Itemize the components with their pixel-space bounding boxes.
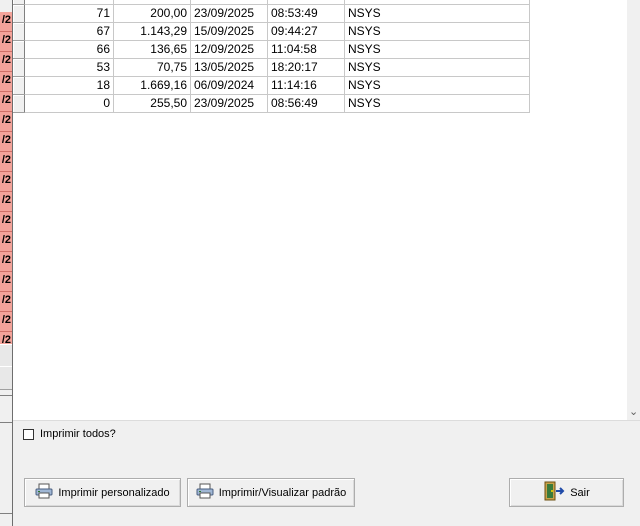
background-cell: /2 bbox=[0, 32, 12, 52]
printer-icon bbox=[196, 483, 214, 502]
cell-id: 0 bbox=[24, 94, 114, 113]
exit-label: Sair bbox=[570, 486, 590, 499]
background-cell: /2 bbox=[0, 52, 12, 72]
records-table: 71 200,00 23/09/2025 08:53:49 NSYS 67 1.143,29… bbox=[13, 0, 530, 113]
print-all-label: Imprimir todos? bbox=[40, 428, 116, 440]
exit-button[interactable]: Sair bbox=[509, 478, 624, 507]
background-cell-text: /2 bbox=[1, 74, 11, 86]
background-cell: /2 bbox=[0, 292, 12, 312]
background-cell: /2 bbox=[0, 232, 12, 252]
row-indicator[interactable] bbox=[13, 40, 25, 59]
background-cell: /2 bbox=[0, 252, 12, 272]
print-all-checkbox[interactable] bbox=[23, 428, 34, 440]
chevron-down-icon[interactable]: ⌄ bbox=[629, 406, 638, 418]
table-row[interactable]: 18 1.669,16 06/09/2024 11:14:16 NSYS bbox=[13, 76, 530, 95]
cell-id: 71 bbox=[24, 4, 114, 23]
table-row[interactable]: 53 70,75 13/05/2025 18:20:17 NSYS bbox=[13, 58, 530, 77]
cell-time: 18:20:17 bbox=[267, 58, 345, 77]
vertical-scrollbar[interactable]: ⌄ bbox=[627, 0, 640, 420]
background-control bbox=[0, 344, 12, 368]
cell-value: 1.669,16 bbox=[113, 76, 191, 95]
cell-user: NSYS bbox=[344, 94, 530, 113]
background-cell-text: /2 bbox=[1, 314, 11, 326]
background-window-edge: /2/2/2/2/2/2/2/2/2/2/2/2/2/2/2/2/2 bbox=[0, 0, 12, 526]
background-cell: /2 bbox=[0, 112, 12, 132]
cell-value: 1.143,29 bbox=[113, 22, 191, 41]
row-indicator[interactable] bbox=[13, 94, 25, 113]
cell-date: 06/09/2024 bbox=[190, 76, 268, 95]
cell-date: 12/09/2025 bbox=[190, 40, 268, 59]
background-cell-text: /2 bbox=[1, 34, 11, 46]
cell-date: 13/05/2025 bbox=[190, 58, 268, 77]
cell-id: 66 bbox=[24, 40, 114, 59]
background-cell-text: /2 bbox=[1, 14, 11, 26]
records-grid[interactable]: 71 200,00 23/09/2025 08:53:49 NSYS 67 1.143,29… bbox=[13, 0, 627, 420]
background-cell-text: /2 bbox=[1, 234, 11, 246]
print-custom-button[interactable]: Imprimir personalizado bbox=[24, 478, 181, 507]
background-divider bbox=[0, 513, 12, 514]
background-cell-text: /2 bbox=[1, 154, 11, 166]
divider bbox=[13, 420, 640, 421]
background-cell: /2 bbox=[0, 272, 12, 292]
print-custom-label: Imprimir personalizado bbox=[58, 486, 170, 499]
cell-value: 136,65 bbox=[113, 40, 191, 59]
background-cell: /2 bbox=[0, 172, 12, 192]
background-cell: /2 bbox=[0, 192, 12, 212]
print-dialog: 71 200,00 23/09/2025 08:53:49 NSYS 67 1.143,29… bbox=[12, 0, 640, 526]
cell-id: 18 bbox=[24, 76, 114, 95]
background-cell: /2 bbox=[0, 212, 12, 232]
row-indicator[interactable] bbox=[13, 58, 25, 77]
cell-value: 70,75 bbox=[113, 58, 191, 77]
print-all-option[interactable]: Imprimir todos? bbox=[23, 428, 116, 440]
cell-value: 200,00 bbox=[113, 4, 191, 23]
background-cell: /2 bbox=[0, 312, 12, 332]
cell-date: 23/09/2025 bbox=[190, 94, 268, 113]
cell-user: NSYS bbox=[344, 22, 530, 41]
row-indicator[interactable] bbox=[13, 76, 25, 95]
background-divider bbox=[0, 395, 12, 396]
background-cell-text: /2 bbox=[1, 114, 11, 126]
cell-id: 67 bbox=[24, 22, 114, 41]
table-row[interactable]: 66 136,65 12/09/2025 11:04:58 NSYS bbox=[13, 40, 530, 59]
printer-icon bbox=[35, 483, 53, 502]
cell-time: 11:04:58 bbox=[267, 40, 345, 59]
background-cell: /2 bbox=[0, 92, 12, 112]
background-cell-text: /2 bbox=[1, 94, 11, 106]
background-cell: /2 bbox=[0, 152, 12, 172]
background-cell: /2 bbox=[0, 12, 12, 32]
background-divider bbox=[0, 422, 12, 423]
cell-time: 08:56:49 bbox=[267, 94, 345, 113]
background-cell-text: /2 bbox=[1, 294, 11, 306]
background-cell-text: /2 bbox=[1, 194, 11, 206]
cell-date: 15/09/2025 bbox=[190, 22, 268, 41]
table-row[interactable]: 0 255,50 23/09/2025 08:56:49 NSYS bbox=[13, 94, 530, 113]
cell-time: 08:53:49 bbox=[267, 4, 345, 23]
background-cell-text: /2 bbox=[1, 274, 11, 286]
background-cell-text: /2 bbox=[1, 214, 11, 226]
cell-date: 23/09/2025 bbox=[190, 4, 268, 23]
table-row[interactable]: 71 200,00 23/09/2025 08:53:49 NSYS bbox=[13, 4, 530, 23]
cell-user: NSYS bbox=[344, 58, 530, 77]
background-cell-text: /2 bbox=[1, 54, 11, 66]
background-control bbox=[0, 366, 12, 390]
background-cell-text: /2 bbox=[1, 254, 11, 266]
exit-door-icon bbox=[543, 481, 565, 504]
cell-id: 53 bbox=[24, 58, 114, 77]
cell-value: 255,50 bbox=[113, 94, 191, 113]
background-cell: /2 bbox=[0, 72, 12, 92]
cell-user: NSYS bbox=[344, 40, 530, 59]
cell-user: NSYS bbox=[344, 4, 530, 23]
background-cell-text: /2 bbox=[1, 134, 11, 146]
print-standard-label: Imprimir/Visualizar padrão bbox=[218, 486, 347, 499]
background-cell-text: /2 bbox=[1, 174, 11, 186]
row-indicator[interactable] bbox=[13, 22, 25, 41]
print-standard-button[interactable]: Imprimir/Visualizar padrão bbox=[187, 478, 355, 507]
background-cell: /2 bbox=[0, 132, 12, 152]
cell-user: NSYS bbox=[344, 76, 530, 95]
cell-time: 09:44:27 bbox=[267, 22, 345, 41]
row-indicator[interactable] bbox=[13, 4, 25, 23]
cell-time: 11:14:16 bbox=[267, 76, 345, 95]
table-row[interactable]: 67 1.143,29 15/09/2025 09:44:27 NSYS bbox=[13, 22, 530, 41]
